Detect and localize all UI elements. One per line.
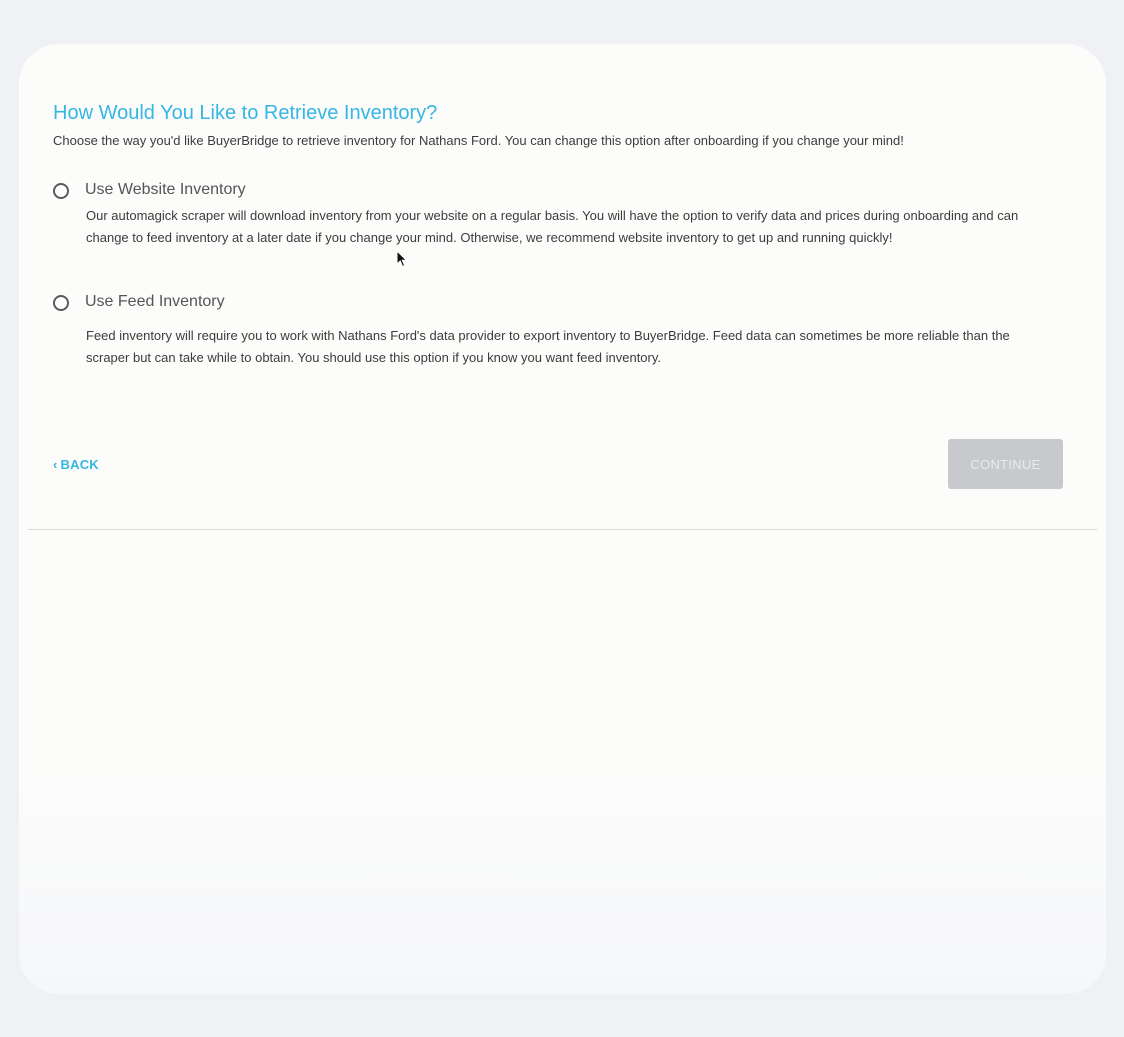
onboarding-card: How Would You Like to Retrieve Inventory… xyxy=(19,44,1106,994)
option-description: Feed inventory will require you to work … xyxy=(86,328,1010,365)
option-label[interactable]: Use Feed Inventory xyxy=(85,293,225,311)
page-title: How Would You Like to Retrieve Inventory… xyxy=(53,102,438,124)
chevron-left-icon: ‹ xyxy=(53,457,58,472)
back-link[interactable]: ‹ BACK xyxy=(53,457,99,472)
mouse-pointer-icon xyxy=(396,250,408,268)
divider xyxy=(28,529,1097,530)
radio-website-inventory[interactable] xyxy=(53,183,69,199)
continue-button[interactable]: CONTINUE xyxy=(948,439,1063,489)
page-intro: Choose the way you'd like BuyerBridge to… xyxy=(53,133,904,148)
back-label: BACK xyxy=(60,457,99,472)
option-label[interactable]: Use Website Inventory xyxy=(85,181,246,199)
option-description: Our automagick scraper will download inv… xyxy=(86,208,1019,245)
radio-feed-inventory[interactable] xyxy=(53,295,69,311)
